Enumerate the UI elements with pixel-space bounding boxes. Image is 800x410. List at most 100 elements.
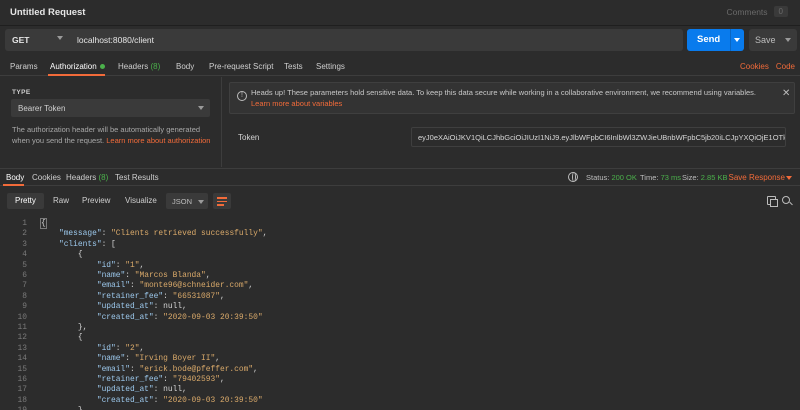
tab-pre-request-script[interactable]: Pre-request Script (209, 62, 273, 71)
auth-type-select[interactable]: Bearer Token (11, 99, 210, 117)
chevron-down-icon (198, 200, 204, 204)
url-input[interactable]: localhost:8080/client (77, 35, 154, 45)
code-line: 10 "created_at": "2020-09-03 20:39:50" (0, 313, 800, 324)
tab-authorization[interactable]: Authorization (50, 62, 105, 71)
json-punctuation: , (182, 302, 187, 312)
code-text: { (40, 250, 83, 259)
json-key: "clients" (58, 239, 102, 249)
save-button[interactable]: Save (749, 29, 797, 51)
code-link[interactable]: Code (776, 62, 795, 71)
tab-test-results[interactable]: Test Results (115, 173, 159, 182)
json-punctuation: , (215, 354, 220, 364)
code-text: "message": "Clients retrieved successful… (40, 229, 267, 238)
json-string: "erick.bode@pfeffer.com" (139, 364, 254, 374)
code-line: 18 "created_at": "2020-09-03 20:39:50" (0, 396, 800, 407)
json-punctuation: }, (78, 406, 87, 410)
tab-headers-count: (8) (150, 62, 161, 71)
line-number: 10 (17, 312, 27, 322)
line-number: 11 (17, 323, 27, 332)
wrap-icon-line (217, 197, 227, 199)
code-line: 16 "retainer_fee": "79402593", (0, 375, 800, 386)
code-line: 15 "email": "erick.bode@pfeffer.com", (0, 365, 800, 376)
type-label: TYPE (12, 89, 31, 96)
code-line: 8 "retainer_fee": "66531087", (0, 292, 800, 303)
tab-params[interactable]: Params (10, 62, 38, 71)
line-number: 16 (17, 375, 27, 384)
json-punctuation: , (262, 229, 268, 239)
chevron-down-icon[interactable] (57, 36, 63, 40)
code-line: 4 { (0, 250, 800, 261)
comments-button[interactable]: Comments 0 (726, 6, 788, 17)
tab-response-headers[interactable]: Headers (8) (66, 173, 108, 182)
globe-icon[interactable] (568, 172, 578, 182)
active-response-tab-underline (3, 184, 24, 186)
pretty-button[interactable]: Pretty (7, 193, 44, 209)
send-button[interactable]: Send (687, 29, 744, 51)
learn-more-variables-link[interactable]: Learn more about variables (251, 99, 342, 108)
visualize-button[interactable]: Visualize (117, 193, 165, 209)
line-number: 15 (17, 364, 27, 374)
json-null: null (163, 385, 183, 395)
json-punctuation: , (219, 291, 225, 301)
tab-response-cookies[interactable]: Cookies (32, 173, 61, 182)
json-punctuation: : (115, 343, 126, 353)
save-options-chevron-icon[interactable] (785, 38, 791, 42)
json-key: "id" (96, 343, 116, 353)
code-text: "name": "Marcos Blanda", (40, 271, 211, 280)
json-key: "updated_at" (96, 385, 154, 395)
code-text: }, (40, 406, 87, 410)
token-value: eyJ0eXAiOiJKV1QiLCJhbGciOiJIUzI1NiJ9.eyJ… (418, 133, 785, 142)
line-number: 19 (0, 406, 27, 410)
tab-response-body[interactable]: Body (6, 173, 24, 182)
code-text: { (40, 218, 47, 229)
code-line: 6 "name": "Marcos Blanda", (0, 271, 800, 282)
code-text: }, (40, 323, 87, 332)
wrap-icon-line (217, 200, 227, 202)
code-line: 7 "email": "monte96@schneider.com", (0, 281, 800, 292)
json-string: "79402593" (172, 375, 220, 384)
response-body-code[interactable]: 1{2 "message": "Clients retrieved succes… (0, 213, 800, 410)
json-string: "1" (125, 260, 140, 270)
tab-tests[interactable]: Tests (284, 62, 303, 71)
line-number: 18 (17, 395, 27, 405)
raw-button[interactable]: Raw (45, 193, 77, 209)
code-text: "id": "1", (40, 261, 144, 270)
line-number: 12 (17, 333, 27, 343)
tab-body[interactable]: Body (176, 62, 194, 71)
code-text: "created_at": "2020-09-03 20:39:50" (40, 396, 263, 405)
wrap-lines-button[interactable] (213, 193, 231, 209)
copy-icon[interactable] (767, 196, 778, 207)
code-text: "email": "monte96@schneider.com", (40, 281, 253, 290)
code-line: 1{ (0, 218, 800, 230)
code-line: 9 "updated_at": null, (0, 302, 800, 313)
learn-more-authorization-link[interactable]: Learn more about authorization (106, 136, 210, 145)
close-icon[interactable]: ✕ (782, 88, 790, 99)
json-string: "Marcos Blanda" (134, 271, 206, 280)
line-number: 6 (22, 271, 27, 280)
alert-message: Heads up! These parameters hold sensitiv… (251, 88, 756, 97)
json-punctuation: : (153, 302, 164, 312)
token-label: Token (238, 133, 260, 142)
search-icon[interactable] (782, 196, 790, 204)
cookies-link[interactable]: Cookies (740, 62, 769, 71)
tab-settings[interactable]: Settings (316, 62, 345, 71)
save-response-button[interactable]: Save Response (729, 173, 792, 182)
method-select[interactable]: GET (12, 35, 29, 45)
send-options-chevron-icon[interactable] (734, 38, 740, 42)
code-text: "name": "Irving Boyer II", (40, 354, 220, 363)
format-select[interactable]: JSON (166, 193, 208, 209)
json-punctuation: { (77, 250, 83, 260)
json-string: "Irving Boyer II" (134, 354, 216, 364)
request-title[interactable]: Untitled Request (10, 7, 85, 18)
preview-button[interactable]: Preview (74, 193, 118, 209)
line-number: 17 (17, 385, 27, 395)
tab-headers[interactable]: Headers (8) (118, 62, 160, 71)
token-input[interactable]: eyJ0eXAiOiJKV1QiLCJhbGciOiJIUzI1NiJ9.eyJ… (411, 127, 786, 147)
active-tab-underline (48, 74, 105, 76)
